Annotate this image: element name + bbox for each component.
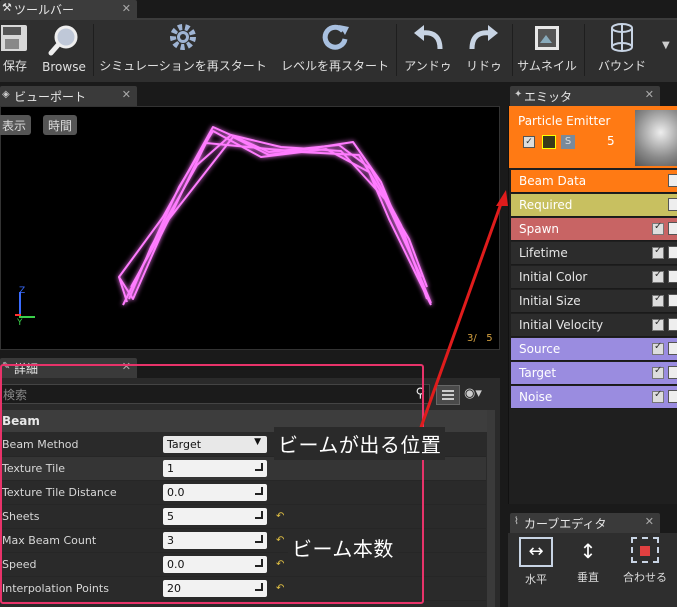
annotation-arrow [418, 190, 508, 431]
annotation-beam-count: ビーム本数 [288, 531, 398, 564]
annotation-beam-origin: ビームが出る位置 [274, 427, 446, 460]
